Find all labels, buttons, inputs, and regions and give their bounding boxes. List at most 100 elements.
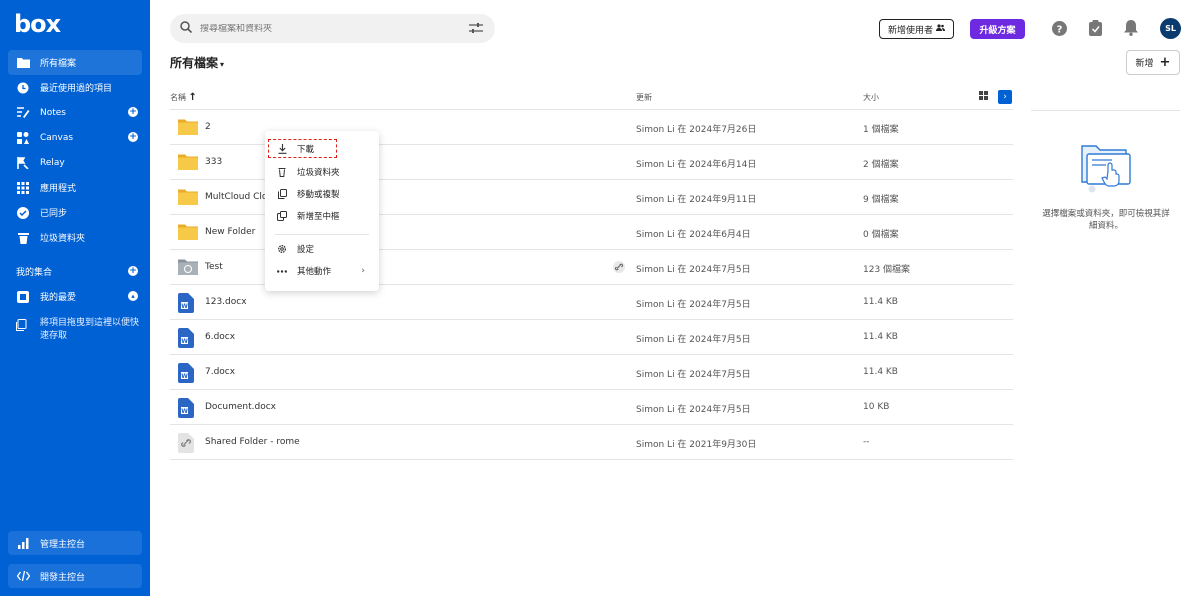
- chevron-right-icon[interactable]: ›: [998, 90, 1012, 104]
- sidebar-item-label: Relay: [40, 157, 65, 168]
- sidebar-item-notes[interactable]: Notes +: [8, 100, 142, 125]
- sidebar-item-collections[interactable]: 我的集合 +: [8, 259, 142, 284]
- table-row[interactable]: Shared Folder - rome Simon Li 在 2021年9月3…: [170, 425, 1013, 460]
- menu-item-label: 移動或複製: [297, 190, 340, 200]
- sidebar-item-label: 所有檔案: [40, 59, 77, 69]
- relay-icon: [16, 156, 30, 170]
- file-size: 123 個檔案: [863, 265, 911, 275]
- clock-icon: [16, 81, 30, 95]
- menu-item-more-actions[interactable]: 其他動作 ›: [265, 261, 379, 281]
- folder-icon: [178, 118, 198, 136]
- add-canvas-icon[interactable]: +: [128, 132, 138, 142]
- favorites-label: 我的最愛: [40, 293, 77, 303]
- file-updated: Simon Li 在 2024年7月5日: [636, 335, 751, 345]
- page-title[interactable]: 所有檔案 ▾: [170, 54, 224, 71]
- file-updated: Simon Li 在 2024年7月26日: [636, 125, 757, 135]
- sidebar-item-label: Canvas: [40, 132, 74, 143]
- filter-icon[interactable]: [469, 22, 483, 37]
- menu-item-move-copy[interactable]: 移動或複製: [265, 184, 379, 204]
- new-button-label: 新增: [1135, 59, 1154, 69]
- file-updated: Simon Li 在 2024年7月5日: [636, 370, 751, 380]
- folder-icon: [178, 153, 198, 171]
- file-name[interactable]: Shared Folder - rome: [205, 437, 300, 447]
- file-name[interactable]: 333: [205, 157, 222, 167]
- file-name[interactable]: 2: [205, 122, 211, 132]
- search-bar[interactable]: [170, 14, 495, 43]
- invite-user-label: 新增使用者: [887, 25, 933, 36]
- plus-icon: +: [1159, 55, 1171, 70]
- admin-console-button[interactable]: 管理主控台: [8, 531, 142, 555]
- sidebar-item-all-files[interactable]: 所有檔案: [8, 50, 142, 75]
- menu-divider: [275, 234, 369, 235]
- menu-item-trash[interactable]: 垃圾資料夾: [265, 162, 379, 182]
- svg-text:W: W: [181, 303, 188, 310]
- sidebar-item-canvas[interactable]: Canvas +: [8, 125, 142, 150]
- hub-icon: [277, 211, 287, 221]
- search-icon: [180, 21, 193, 36]
- tasks-clipboard-icon[interactable]: [1087, 20, 1103, 36]
- file-size: 10 KB: [863, 402, 890, 412]
- word-doc-icon: W: [178, 293, 198, 313]
- table-row[interactable]: W 7.docx Simon Li 在 2024年7月5日 11.4 KB: [170, 355, 1013, 390]
- table-row[interactable]: W 6.docx Simon Li 在 2024年7月5日 11.4 KB: [170, 320, 1013, 355]
- add-collection-icon[interactable]: +: [128, 266, 138, 276]
- chevron-down-icon: ▾: [220, 60, 225, 69]
- dev-console-button[interactable]: 開發主控台: [8, 564, 142, 588]
- file-size: 1 個檔案: [863, 125, 899, 135]
- sidebar-item-favorites[interactable]: 我的最愛 ▴: [8, 284, 142, 309]
- sidebar-item-label: 最近使用過的項目: [40, 84, 113, 94]
- search-input[interactable]: [200, 23, 460, 34]
- column-header-name[interactable]: 名稱 ↑: [170, 92, 197, 103]
- upgrade-button[interactable]: 升級方案: [970, 19, 1025, 39]
- column-header-updated[interactable]: 更新: [636, 92, 652, 103]
- word-doc-icon: W: [178, 363, 198, 383]
- file-size: 11.4 KB: [863, 297, 898, 307]
- file-name[interactable]: MultCloud Clo: [205, 192, 267, 202]
- avatar[interactable]: SL: [1160, 18, 1181, 39]
- collections-label: 我的集合: [16, 268, 53, 278]
- file-updated: Simon Li 在 2021年9月30日: [636, 440, 757, 450]
- file-name[interactable]: 123.docx: [205, 297, 247, 307]
- page-title-text: 所有檔案: [170, 56, 219, 70]
- menu-item-add-to-hub[interactable]: 新增至中樞: [265, 206, 379, 226]
- sidebar: box 所有檔案 最近使用過的項目 Notes + Canvas + Relay…: [0, 0, 150, 596]
- table-row[interactable]: W Document.docx Simon Li 在 2024年7月5日 10 …: [170, 390, 1013, 425]
- menu-item-settings[interactable]: 設定: [265, 239, 379, 259]
- invite-user-button[interactable]: 新增使用者: [879, 19, 954, 39]
- check-circle-icon: [16, 206, 30, 220]
- menu-item-download[interactable]: 下載: [268, 139, 337, 158]
- file-updated: Simon Li 在 2024年6月4日: [636, 230, 751, 240]
- file-name[interactable]: Document.docx: [205, 402, 276, 412]
- menu-item-label: 設定: [297, 245, 315, 255]
- shared-link-icon[interactable]: [613, 261, 625, 276]
- file-name[interactable]: Test: [205, 262, 223, 272]
- file-updated: Simon Li 在 2024年7月5日: [636, 300, 751, 310]
- add-note-icon[interactable]: +: [128, 107, 138, 117]
- file-name[interactable]: 6.docx: [205, 332, 235, 342]
- sidebar-item-apps[interactable]: 應用程式: [8, 175, 142, 200]
- sidebar-item-recents[interactable]: 最近使用過的項目: [8, 75, 142, 100]
- help-icon[interactable]: ?: [1051, 20, 1067, 36]
- detail-divider: [1031, 110, 1180, 111]
- notes-icon: [16, 106, 30, 120]
- file-size: 0 個檔案: [863, 230, 899, 240]
- grid-icon: [16, 181, 30, 195]
- grid-view-icon[interactable]: [979, 91, 988, 102]
- sidebar-item-trash[interactable]: 垃圾資料夾: [8, 225, 142, 250]
- word-doc-icon: W: [178, 398, 198, 418]
- sidebar-item-relay[interactable]: Relay: [8, 150, 142, 175]
- file-name[interactable]: New Folder: [205, 227, 255, 237]
- new-button[interactable]: 新增 +: [1126, 50, 1180, 75]
- column-header-size[interactable]: 大小: [863, 92, 879, 103]
- download-icon: [277, 143, 287, 154]
- collapse-favorites-icon[interactable]: ▴: [128, 291, 138, 301]
- menu-item-label: 其他動作: [297, 267, 332, 277]
- trash-icon: [277, 167, 287, 177]
- folder-icon: [178, 223, 198, 241]
- box-logo[interactable]: box: [14, 10, 61, 38]
- notifications-bell-icon[interactable]: [1123, 20, 1139, 36]
- sidebar-item-synced[interactable]: 已同步: [8, 200, 142, 225]
- file-name[interactable]: 7.docx: [205, 367, 235, 377]
- table-header: 名稱 ↑ 更新 大小 ›: [170, 86, 1013, 110]
- menu-item-label: 垃圾資料夾: [297, 168, 340, 178]
